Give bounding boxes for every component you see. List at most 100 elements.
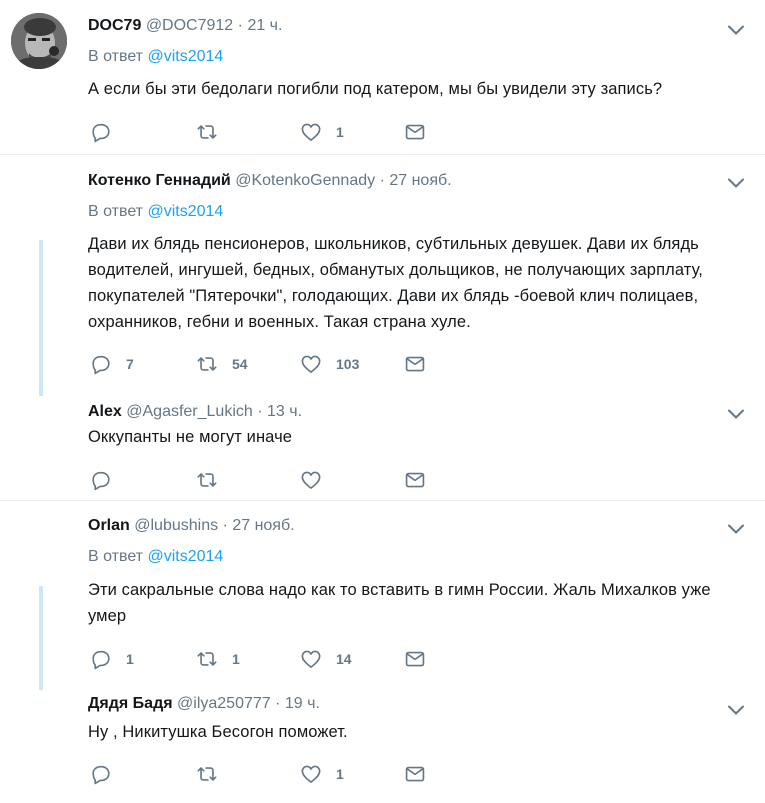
direct-message-icon (404, 763, 426, 785)
reply-prefix: В ответ (88, 48, 144, 65)
username[interactable]: @KotenkoGennady (235, 172, 375, 189)
reply-button[interactable] (90, 762, 126, 786)
tweet[interactable]: DOC79 @DOC7912 · 21 ч. В ответ @vits2014… (0, 0, 765, 154)
reply-button[interactable] (90, 468, 126, 492)
fullname[interactable]: DOC79 (88, 17, 141, 34)
like-icon (300, 353, 322, 375)
retweet-icon (196, 469, 218, 491)
retweet-button[interactable] (196, 120, 232, 144)
timestamp[interactable]: 19 ч. (285, 695, 320, 712)
reply-context: В ответ @vits2014 (88, 47, 223, 67)
username[interactable]: @lubushins (134, 517, 218, 534)
caret-down-icon[interactable] (727, 24, 745, 36)
tweet-text: Дави их блядь пенсионеров, школьников, с… (88, 235, 703, 331)
tweet-text: Оккупанты не могут иначе (88, 428, 293, 446)
like-icon (300, 648, 322, 670)
reply-context: В ответ @vits2014 (88, 202, 223, 222)
tweet-actions: 7 54 103 (88, 352, 448, 376)
reply-button[interactable]: 1 (90, 647, 134, 671)
reply-button[interactable] (90, 120, 126, 144)
retweet-icon (196, 121, 218, 143)
avatar-image (11, 13, 67, 69)
retweet-icon (196, 763, 218, 785)
username[interactable]: @ilya250777 (177, 695, 271, 712)
reply-icon (90, 469, 112, 491)
like-button[interactable]: 103 (300, 352, 359, 376)
like-count: 1 (336, 766, 344, 782)
caret-down-icon[interactable] (727, 177, 745, 189)
reply-prefix: В ответ (88, 548, 144, 565)
separator-dot: · (222, 517, 228, 534)
retweet-button[interactable]: 54 (196, 352, 248, 376)
reply-icon (90, 648, 112, 670)
tweet-actions (88, 468, 448, 492)
separator-dot: · (379, 172, 385, 189)
like-button[interactable] (300, 468, 336, 492)
tweet-text: Ну , Никитушка Бесогон поможет. (88, 723, 348, 741)
reply-mention-link[interactable]: @vits2014 (147, 203, 223, 220)
retweet-button[interactable]: 1 (196, 647, 240, 671)
tweet[interactable]: Котенко Геннадий @KotenkoGennady · 27 но… (0, 155, 765, 391)
tweet-header: Котенко Геннадий @KotenkoGennady · 27 но… (88, 171, 452, 191)
reply-icon (90, 763, 112, 785)
fullname[interactable]: Котенко Геннадий (88, 172, 231, 189)
reply-button[interactable]: 7 (90, 352, 134, 376)
tweet[interactable]: Дядя Бадя @ilya250777 · 19 ч. Ну , Никит… (0, 686, 765, 803)
tweet-actions: 1 (88, 762, 448, 786)
reply-icon (90, 121, 112, 143)
fullname[interactable]: Alex (88, 403, 122, 420)
fullname[interactable]: Дядя Бадя (88, 695, 173, 712)
like-icon (300, 469, 322, 491)
caret-down-icon[interactable] (727, 704, 745, 716)
like-icon (300, 121, 322, 143)
tweet-text: А если бы эти бедолаги погибли под катер… (88, 80, 663, 98)
username[interactable]: @DOC7912 (146, 17, 233, 34)
reply-mention-link[interactable]: @vits2014 (147, 48, 223, 65)
direct-message-button[interactable] (404, 352, 426, 376)
reply-context: В ответ @vits2014 (88, 547, 223, 567)
tweet-header: Дядя Бадя @ilya250777 · 19 ч. (88, 694, 320, 714)
separator-dot: · (237, 17, 243, 34)
tweet-actions: 1 (88, 120, 448, 144)
reply-count: 7 (126, 356, 134, 372)
direct-message-icon (404, 121, 426, 143)
separator-dot: · (275, 695, 281, 712)
tweet-header: Alex @Agasfer_Lukich · 13 ч. (88, 402, 302, 422)
caret-down-icon[interactable] (727, 523, 745, 535)
tweet[interactable]: Orlan @lubushins · 27 нояб. В ответ @vit… (0, 501, 765, 685)
direct-message-icon (404, 353, 426, 375)
timestamp[interactable]: 21 ч. (247, 17, 282, 34)
direct-message-icon (404, 648, 426, 670)
retweet-icon (196, 353, 218, 375)
direct-message-button[interactable] (404, 762, 426, 786)
timestamp[interactable]: 27 нояб. (232, 517, 294, 534)
direct-message-button[interactable] (404, 468, 426, 492)
like-button[interactable]: 1 (300, 762, 344, 786)
like-icon (300, 763, 322, 785)
fullname[interactable]: Orlan (88, 517, 130, 534)
like-count: 14 (336, 651, 352, 667)
avatar[interactable] (11, 13, 67, 69)
tweet-header: DOC79 @DOC7912 · 21 ч. (88, 16, 282, 36)
username[interactable]: @Agasfer_Lukich (126, 403, 253, 420)
timestamp[interactable]: 27 нояб. (389, 172, 451, 189)
timestamp[interactable]: 13 ч. (267, 403, 302, 420)
caret-down-icon[interactable] (727, 408, 745, 420)
reply-icon (90, 353, 112, 375)
like-count: 103 (336, 356, 360, 372)
direct-message-button[interactable] (404, 647, 426, 671)
retweet-icon (196, 648, 218, 670)
reply-mention-link[interactable]: @vits2014 (147, 548, 223, 565)
tweet-actions: 1 1 14 (88, 647, 448, 671)
tweet[interactable]: Alex @Agasfer_Lukich · 13 ч. Оккупанты н… (0, 392, 765, 500)
retweet-button[interactable] (196, 468, 232, 492)
direct-message-button[interactable] (404, 120, 426, 144)
separator-dot: · (257, 403, 263, 420)
retweet-count: 54 (232, 356, 248, 372)
retweet-button[interactable] (196, 762, 232, 786)
retweet-count: 1 (232, 651, 240, 667)
direct-message-icon (404, 469, 426, 491)
reply-prefix: В ответ (88, 203, 144, 220)
like-button[interactable]: 1 (300, 120, 344, 144)
like-button[interactable]: 14 (300, 647, 352, 671)
